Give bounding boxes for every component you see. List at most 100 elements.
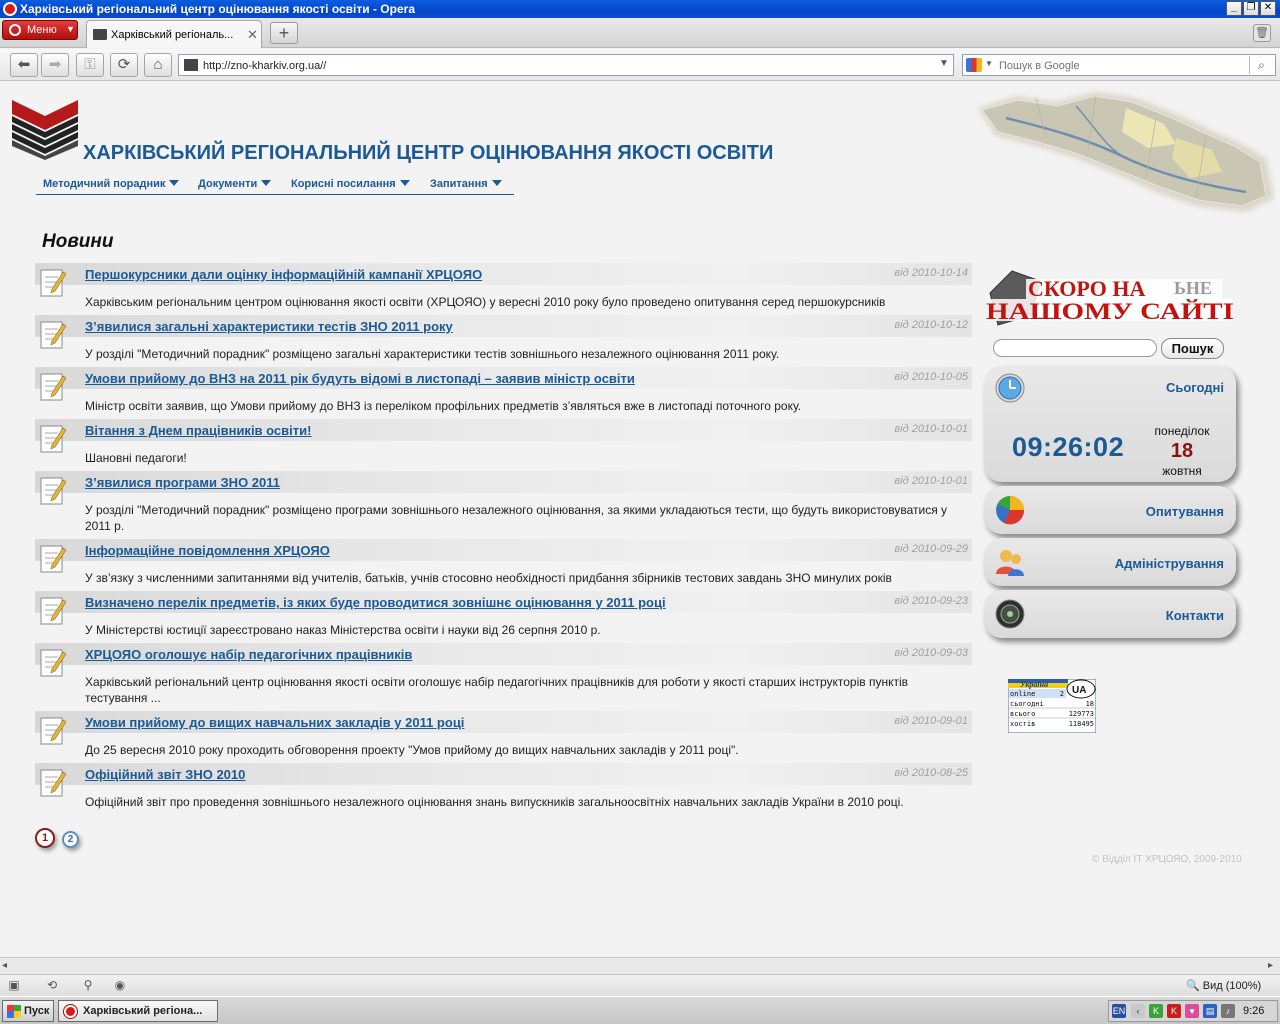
weekday: понеділок <box>1154 424 1210 438</box>
horizontal-scrollbar[interactable]: ◂ ▸ <box>0 957 1280 974</box>
unite-icon[interactable]: ⚲ <box>80 978 96 993</box>
page-2-button[interactable]: 2 <box>62 831 79 848</box>
top-navigation: Методичний порадник Документи Корисні по… <box>36 176 514 195</box>
sidebar-item-poll[interactable]: Опитування <box>984 486 1236 534</box>
opera-logo-icon <box>3 2 17 16</box>
trash-icon[interactable]: 🗑 <box>1253 24 1271 42</box>
counter-brand: Україна <box>1020 680 1048 689</box>
news-description: До 25 вересня 2010 року проходить обгово… <box>85 743 739 757</box>
copyright: © Відділ ІТ ХРЦОЯО, 2009-2010 <box>1092 854 1242 865</box>
opera-logo-icon <box>9 24 21 36</box>
key-icon[interactable]: ⚿ <box>76 53 104 77</box>
news-title-link[interactable]: З’явилися програми ЗНО 2011 <box>85 475 280 490</box>
taskbar-item-opera[interactable]: Харківський регіона... <box>58 1000 218 1022</box>
search-input[interactable] <box>999 58 1239 73</box>
url-input[interactable] <box>203 58 923 73</box>
address-bar[interactable]: ▼ <box>178 54 954 76</box>
chevron-down-icon <box>491 180 502 186</box>
admin-label: Адміністрування <box>1114 556 1224 571</box>
news-title-link[interactable]: Умови прийому до ВНЗ на 2011 рік будуть … <box>85 371 635 386</box>
volume-icon[interactable]: ♪ <box>1221 1004 1235 1018</box>
pie-chart-icon <box>996 496 1025 525</box>
opera-menu-button[interactable]: Меню ▼ <box>2 20 78 40</box>
chevron-down-icon: ▼ <box>66 24 75 34</box>
chevron-left-icon[interactable]: ◂ <box>2 960 7 971</box>
favicon-icon <box>93 29 107 40</box>
counter-label: сьогодні <box>1010 700 1044 708</box>
nav-item-questions[interactable]: Запитання <box>430 178 502 190</box>
nav-item-methodical[interactable]: Методичний порадник <box>43 178 180 190</box>
users-icon <box>996 550 1024 576</box>
zoom-label: Вид (100%) <box>1202 980 1262 992</box>
news-title-link[interactable]: Першокурсники дали оцінку інформаційній … <box>85 267 482 282</box>
start-label: Пуск <box>24 1005 50 1017</box>
region-map-image <box>978 92 1274 212</box>
new-tab-button[interactable]: + <box>270 22 298 44</box>
site-search-button[interactable]: Пошук <box>1161 338 1224 359</box>
sidebar-item-admin[interactable]: Адміністрування <box>984 538 1236 586</box>
search-icon[interactable]: ⌕ <box>1249 56 1273 74</box>
news-date: від 2010-09-23 <box>894 595 968 607</box>
taskbar: Пуск Харківський регіона... EN ‹ K K ♥ ▤… <box>0 996 1280 1024</box>
news-description: Міністр освіти заявив, що Умови прийому … <box>85 399 802 413</box>
navigation-bar: ⬅ ➡ ⚿ ⟳ ⌂ ▼ ▼ ⌕ <box>0 49 1280 81</box>
reload-button[interactable]: ⟳ <box>110 53 138 77</box>
arrow-left-icon[interactable]: ‹ <box>1131 1004 1145 1018</box>
counter-badge: UA <box>1072 685 1086 696</box>
panel-toggle-icon[interactable]: ▣ <box>6 978 22 993</box>
messenger-icon[interactable]: ♥ <box>1185 1004 1199 1018</box>
document-icon <box>40 269 66 297</box>
forward-button[interactable]: ➡ <box>41 53 69 77</box>
back-button[interactable]: ⬅ <box>10 53 38 77</box>
close-tab-icon[interactable]: ✕ <box>247 27 258 43</box>
maximize-button[interactable]: ❐ <box>1243 1 1259 16</box>
speed-dial-icon[interactable]: ◉ <box>112 978 128 993</box>
search-box[interactable]: ▼ ⌕ <box>962 54 1276 76</box>
counter-value: 118495 <box>1069 720 1094 728</box>
news-title-link[interactable]: Вітання з Днем працівників освіти! <box>85 423 311 438</box>
poll-label: Опитування <box>1145 504 1224 519</box>
news-title-link[interactable]: З’явилися загальні характеристики тестів… <box>85 319 453 334</box>
magnifier-icon: 🔍 <box>1186 980 1200 992</box>
document-icon <box>40 321 66 349</box>
news-title-link[interactable]: Офіційний звіт ЗНО 2010 <box>85 767 245 782</box>
zoom-control[interactable]: 🔍 Вид (100%) <box>1186 979 1261 992</box>
news-title-link[interactable]: Умови прийому до вищих навчальних заклад… <box>85 715 464 730</box>
close-window-button[interactable]: ✕ <box>1260 1 1276 16</box>
site-title[interactable]: ХАРКІВСЬКИЙ РЕГІОНАЛЬНИЙ ЦЕНТР ОЦІНЮВАНН… <box>83 142 773 165</box>
sync-icon[interactable]: ⟲ <box>44 978 60 993</box>
google-icon[interactable] <box>966 58 982 72</box>
language-indicator[interactable]: EN <box>1112 1004 1126 1018</box>
today-label[interactable]: Сьогодні <box>1166 380 1224 395</box>
news-date: від 2010-10-05 <box>894 371 968 383</box>
sidebar-item-contacts[interactable]: Контакти <box>984 590 1236 638</box>
chevron-down-icon <box>261 180 272 186</box>
kaspersky-icon[interactable]: K <box>1149 1004 1163 1018</box>
site-search-input[interactable] <box>993 339 1157 357</box>
nav-label: Методичний порадник <box>43 178 166 190</box>
chevron-down-icon[interactable]: ▼ <box>939 58 949 69</box>
news-title-link[interactable]: Інформаційне повідомлення ХРЦОЯО <box>85 543 330 558</box>
page-1-button[interactable]: 1 <box>35 828 55 848</box>
news-title-link[interactable]: Визначено перелік предметів, із яких буд… <box>85 595 666 610</box>
nav-label: Документи <box>198 178 258 190</box>
minimize-button[interactable]: _ <box>1226 1 1242 16</box>
nav-item-documents[interactable]: Документи <box>198 178 272 190</box>
nav-item-links[interactable]: Корисні посилання <box>291 178 410 190</box>
chevron-down-icon[interactable]: ▼ <box>985 59 993 68</box>
network-icon[interactable]: ▤ <box>1203 1004 1217 1018</box>
chevron-right-icon[interactable]: ▸ <box>1268 960 1273 971</box>
visit-counter[interactable]: Україна UA online 2 сьогодні 18 всього 1… <box>1008 679 1096 733</box>
browser-tab[interactable]: Харківський регіональ... ✕ <box>86 20 262 48</box>
month-name: жовтня <box>1162 464 1202 478</box>
home-button[interactable]: ⌂ <box>144 53 172 77</box>
opera-menu-label: Меню <box>27 24 57 36</box>
news-date: від 2010-09-29 <box>894 543 968 555</box>
start-button[interactable]: Пуск <box>2 1000 54 1022</box>
news-title-link[interactable]: ХРЦОЯО оголошує набір педагогічних праці… <box>85 647 412 662</box>
clock-time: 9:26 <box>1243 1005 1265 1017</box>
site-logo-icon[interactable] <box>12 100 78 160</box>
counter-value: 2 <box>1060 690 1064 698</box>
counter-value: 129773 <box>1069 710 1094 718</box>
antivirus-icon[interactable]: K <box>1167 1004 1181 1018</box>
